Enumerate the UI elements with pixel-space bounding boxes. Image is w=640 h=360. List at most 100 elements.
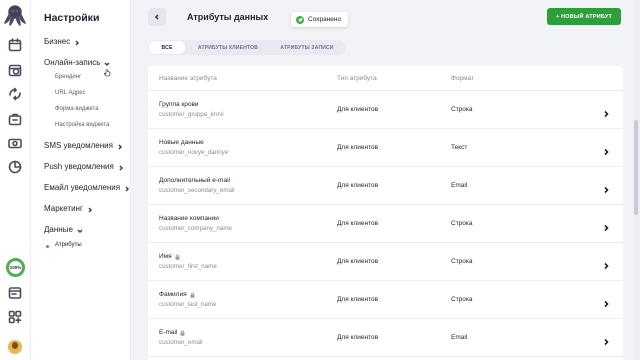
- active-dot-icon: [46, 245, 49, 248]
- lock-icon: [190, 292, 195, 298]
- cycle-icon[interactable]: [8, 87, 22, 101]
- table-row[interactable]: Новые данные customer_novye_dannye Для кли…: [148, 129, 623, 167]
- attribute-format: Email: [451, 334, 468, 341]
- chevron-right-icon[interactable]: [602, 257, 610, 270]
- sidebar-item-label: Онлайн-запись: [44, 58, 101, 67]
- tab-client-attributes[interactable]: АТРИБУТЫ КЛИЕНТОВ: [185, 41, 271, 54]
- check-circle-icon: [296, 15, 304, 24]
- sidebar-item-sms[interactable]: SMS уведомления: [44, 141, 123, 150]
- attribute-name: Новые данные: [159, 139, 204, 146]
- chevron-right-icon: [87, 206, 93, 213]
- chevron-right-icon: [118, 164, 124, 171]
- sidebar-item-business[interactable]: Бизнес: [44, 37, 80, 46]
- table-row[interactable]: Фамилия customer_last_name Для клиентов Стр…: [148, 281, 623, 319]
- attribute-type: Для клиентов: [337, 106, 379, 113]
- attribute-name-text: Название компании: [159, 215, 219, 222]
- chevron-right-icon: [74, 39, 80, 46]
- table-row[interactable]: Имя customer_first_name Для клиентов Строка: [148, 243, 623, 281]
- attribute-code: customer_last_name: [159, 301, 217, 308]
- chevron-right-icon[interactable]: [602, 333, 610, 346]
- sidebar-item-email[interactable]: Емайл уведомления: [44, 183, 130, 192]
- attribute-format: Текст: [451, 144, 468, 151]
- attribute-name: Имя: [159, 253, 180, 260]
- briefcase-icon[interactable]: [8, 112, 22, 126]
- attribute-name: Дополнительный e-mail: [159, 177, 230, 184]
- avatar[interactable]: [8, 340, 22, 354]
- sidebar-item-label: Емайл уведомления: [44, 183, 121, 192]
- tab-booking-attributes[interactable]: АТРИБУТЫ ЗАПИСИ: [271, 41, 343, 54]
- attribute-format: Строка: [451, 258, 473, 265]
- attribute-name: E-mail: [159, 329, 185, 336]
- chevron-right-icon[interactable]: [602, 105, 610, 118]
- sidebar-sub-widget-form[interactable]: Форма виджета: [55, 106, 99, 112]
- attribute-type: Для клиентов: [337, 182, 379, 189]
- page-scrollbar[interactable]: [633, 0, 640, 360]
- attribute-code: customer_first_name: [159, 263, 217, 270]
- sidebar-item-label: Бизнес: [44, 37, 71, 46]
- table-row[interactable]: Название компании customer_company_name Дл…: [148, 205, 623, 243]
- sidebar-item-data[interactable]: Данные: [44, 225, 83, 234]
- attribute-name-text: Группа крови: [159, 101, 199, 108]
- sidebar-title: Настройки: [44, 12, 100, 24]
- attribute-name-text: Новые данные: [159, 139, 204, 146]
- table-header: Название атрибута Тип атрибута Формат: [148, 66, 623, 91]
- icon-rail: 100%: [0, 0, 31, 360]
- back-button[interactable]: [148, 8, 166, 26]
- attribute-type: Для клиентов: [337, 258, 379, 265]
- column-header-format: Формат: [451, 75, 475, 82]
- table-row[interactable]: E-mail customer_email Для клиентов Email: [148, 319, 623, 357]
- attribute-name-text: Имя: [159, 253, 172, 260]
- cash-icon[interactable]: [8, 136, 22, 150]
- attributes-table: Название атрибута Тип атрибута Формат Гр…: [148, 66, 623, 360]
- tab-all[interactable]: ВСЕ: [149, 41, 185, 54]
- attribute-code: customer_gruppa_krovi: [159, 111, 224, 118]
- attribute-name-text: Дополнительный e-mail: [159, 177, 230, 184]
- table-row[interactable]: Группа крови customer_gruppa_krovi Для кли…: [148, 91, 623, 129]
- sidebar-item-label: SMS уведомления: [44, 141, 113, 150]
- chevron-left-icon: [154, 14, 159, 20]
- progress-badge[interactable]: 100%: [6, 258, 25, 277]
- chevron-right-icon: [117, 143, 123, 150]
- chevron-right-icon[interactable]: [602, 295, 610, 308]
- attribute-type: Для клиентов: [337, 220, 379, 227]
- sidebar-sub-widget-settings[interactable]: Настройка виджета: [55, 122, 109, 128]
- attribute-name-text: E-mail: [159, 329, 178, 336]
- attribute-type: Для клиентов: [337, 296, 379, 303]
- calendar-icon[interactable]: [8, 38, 22, 52]
- sidebar-sub-branding[interactable]: Брендинг: [55, 74, 81, 80]
- attribute-name-text: Фамилия: [159, 291, 187, 298]
- chevron-right-icon[interactable]: [602, 219, 610, 232]
- scrollbar-thumb[interactable]: [634, 120, 638, 215]
- chevron-right-icon: [124, 185, 130, 192]
- chevron-right-icon[interactable]: [602, 181, 610, 194]
- apps-grid-icon[interactable]: [8, 310, 22, 324]
- chart-pie-icon[interactable]: [8, 160, 22, 174]
- attribute-format: Строка: [451, 220, 473, 227]
- page-title: Атрибуты данных: [187, 12, 269, 22]
- attribute-name: Фамилия: [159, 291, 195, 298]
- filter-tabs: ВСЕ АТРИБУТЫ КЛИЕНТОВ АТРИБУТЫ ЗАПИСИ: [148, 40, 346, 55]
- chevron-right-icon[interactable]: [602, 143, 610, 156]
- new-attribute-button[interactable]: + НОВЫЙ АТРИБУТ: [547, 8, 621, 25]
- lock-icon: [180, 330, 185, 336]
- attribute-name: Группа крови: [159, 101, 199, 108]
- sidebar-item-push[interactable]: Push уведомления: [44, 162, 124, 171]
- sidebar-item-online-booking[interactable]: Онлайн-запись: [44, 58, 110, 67]
- saved-toast: Сохранено: [291, 12, 349, 27]
- attribute-code: customer_email: [159, 339, 203, 346]
- sidebar-item-marketing[interactable]: Маркетинг: [44, 204, 93, 213]
- table-row[interactable]: Дополнительный e-mail customer_secondary_…: [148, 167, 623, 205]
- sidebar-sub-attributes[interactable]: Атрибуты: [55, 242, 82, 248]
- attribute-code: customer_novye_dannye: [159, 149, 229, 156]
- hand-cursor-icon: [103, 64, 111, 77]
- attribute-type: Для клиентов: [337, 144, 379, 151]
- attribute-name: Название компании: [159, 215, 219, 222]
- octopus-logo[interactable]: [4, 4, 26, 26]
- sidebar-sub-url[interactable]: URL Адрес: [55, 90, 86, 96]
- column-header-type: Тип атрибута: [337, 75, 377, 82]
- toast-text: Сохранено: [308, 16, 342, 23]
- window-icon[interactable]: [8, 286, 22, 300]
- lock-icon: [175, 254, 180, 260]
- money-clock-icon[interactable]: [8, 63, 22, 77]
- settings-sidebar: Настройки Бизнес Онлайн-запись Брендинг …: [31, 0, 131, 360]
